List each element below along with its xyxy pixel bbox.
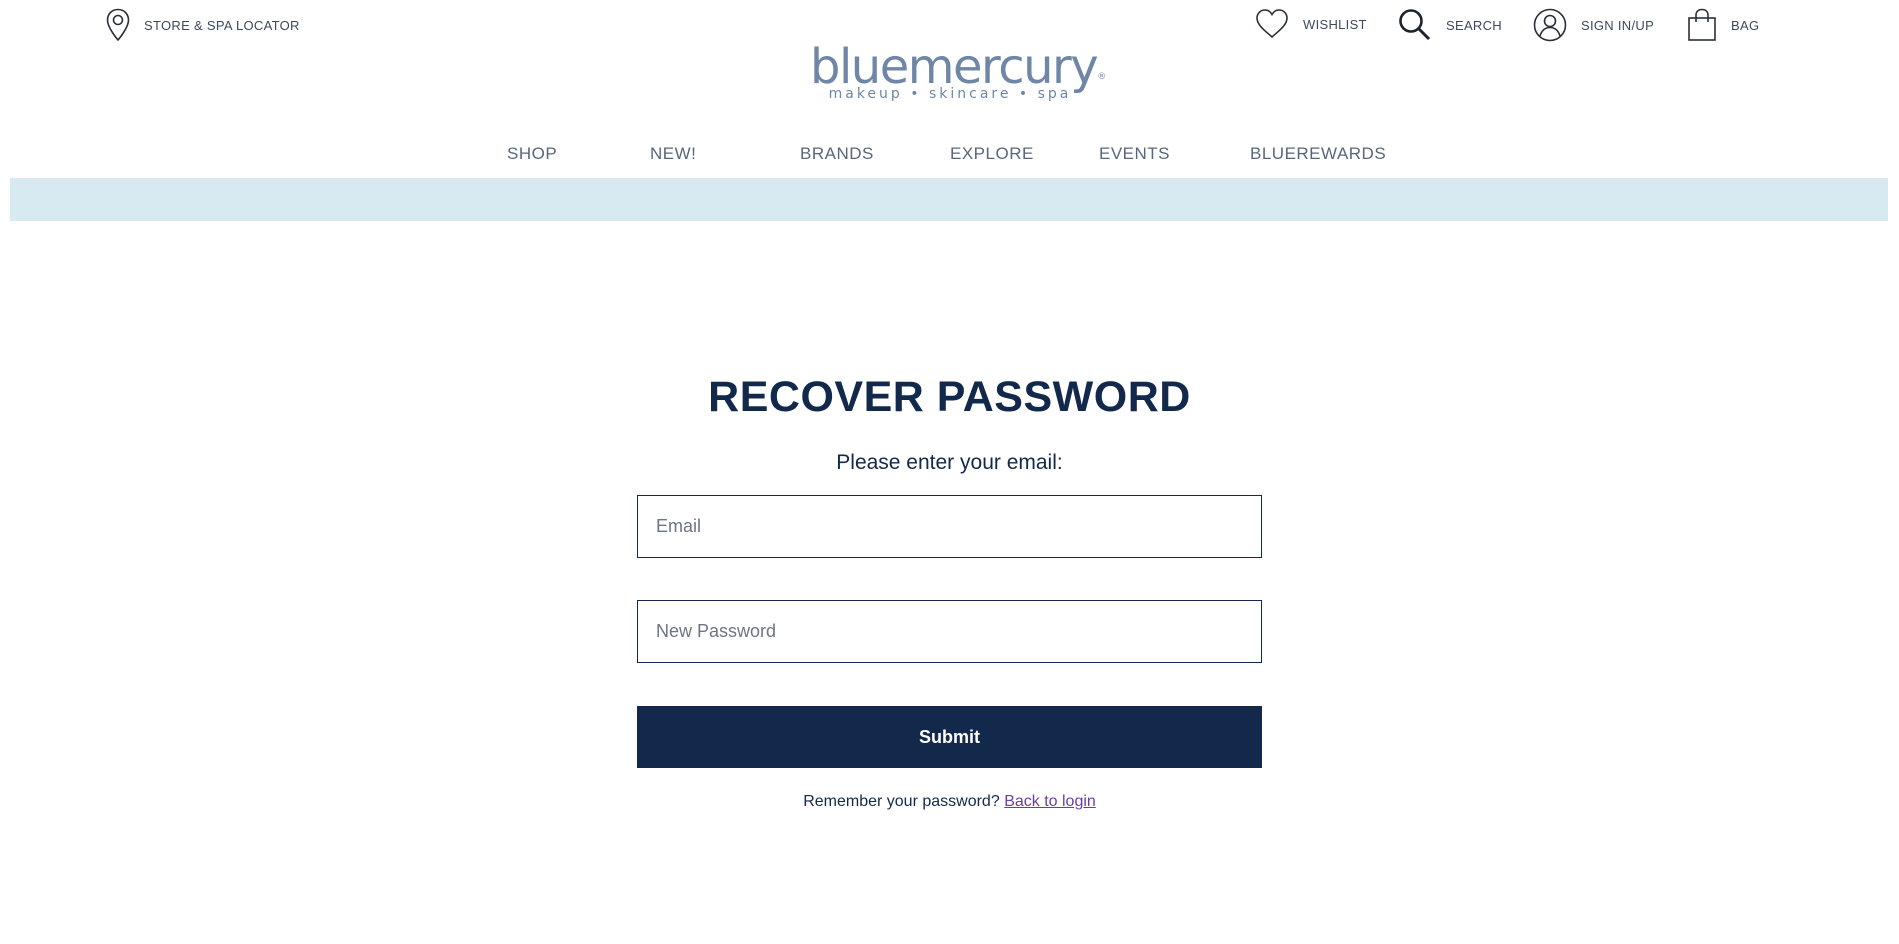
submit-button[interactable]: Submit (637, 706, 1262, 768)
user-icon (1533, 8, 1567, 42)
main-navigation: SHOP NEW! BRANDS EXPLORE EVENTS BLUEREWA… (0, 144, 1899, 168)
bag-link[interactable]: BAG (1687, 8, 1759, 42)
email-prompt: Please enter your email: (836, 451, 1063, 474)
store-locator-link[interactable]: STORE & SPA LOCATOR (106, 8, 300, 42)
nav-item-brands[interactable]: BRANDS (800, 144, 874, 164)
heart-icon (1255, 8, 1289, 40)
map-pin-icon (106, 8, 130, 42)
sign-in-label: SIGN IN/UP (1581, 17, 1655, 33)
search-label: SEARCH (1446, 17, 1502, 33)
logo-tagline: makeup • skincare • spa (828, 86, 1072, 102)
nav-item-events[interactable]: EVENTS (1099, 144, 1170, 164)
remember-password-text: Remember your password? (803, 793, 1000, 810)
back-to-login-link[interactable]: Back to login (1004, 793, 1096, 810)
registered-mark: ® (1097, 72, 1106, 82)
nav-item-explore[interactable]: EXPLORE (950, 144, 1034, 164)
store-locator-label: STORE & SPA LOCATOR (144, 17, 300, 33)
remember-password-line: Remember your password? Back to login (0, 793, 1899, 811)
bag-label: BAG (1731, 17, 1760, 33)
page: STORE & SPA LOCATOR WISHLIST SEARCH SIGN… (0, 0, 1899, 944)
wishlist-label: WISHLIST (1303, 16, 1367, 32)
new-password-field[interactable] (637, 600, 1262, 663)
nav-item-bluerewards[interactable]: BLUEREWARDS (1250, 144, 1386, 164)
email-field[interactable] (637, 495, 1262, 558)
bluemercury-logo[interactable]: bluemercury® makeup • skincare • spa (810, 40, 1106, 102)
nav-item-shop[interactable]: SHOP (507, 144, 557, 164)
search-icon (1398, 8, 1432, 42)
shopping-bag-icon (1687, 8, 1717, 42)
sign-in-link[interactable]: SIGN IN/UP (1533, 8, 1654, 42)
wishlist-link[interactable]: WISHLIST (1255, 8, 1367, 40)
promo-banner (10, 178, 1888, 221)
nav-item-new[interactable]: NEW! (650, 144, 696, 164)
page-title: RECOVER PASSWORD (708, 373, 1191, 421)
search-link[interactable]: SEARCH (1398, 8, 1502, 42)
